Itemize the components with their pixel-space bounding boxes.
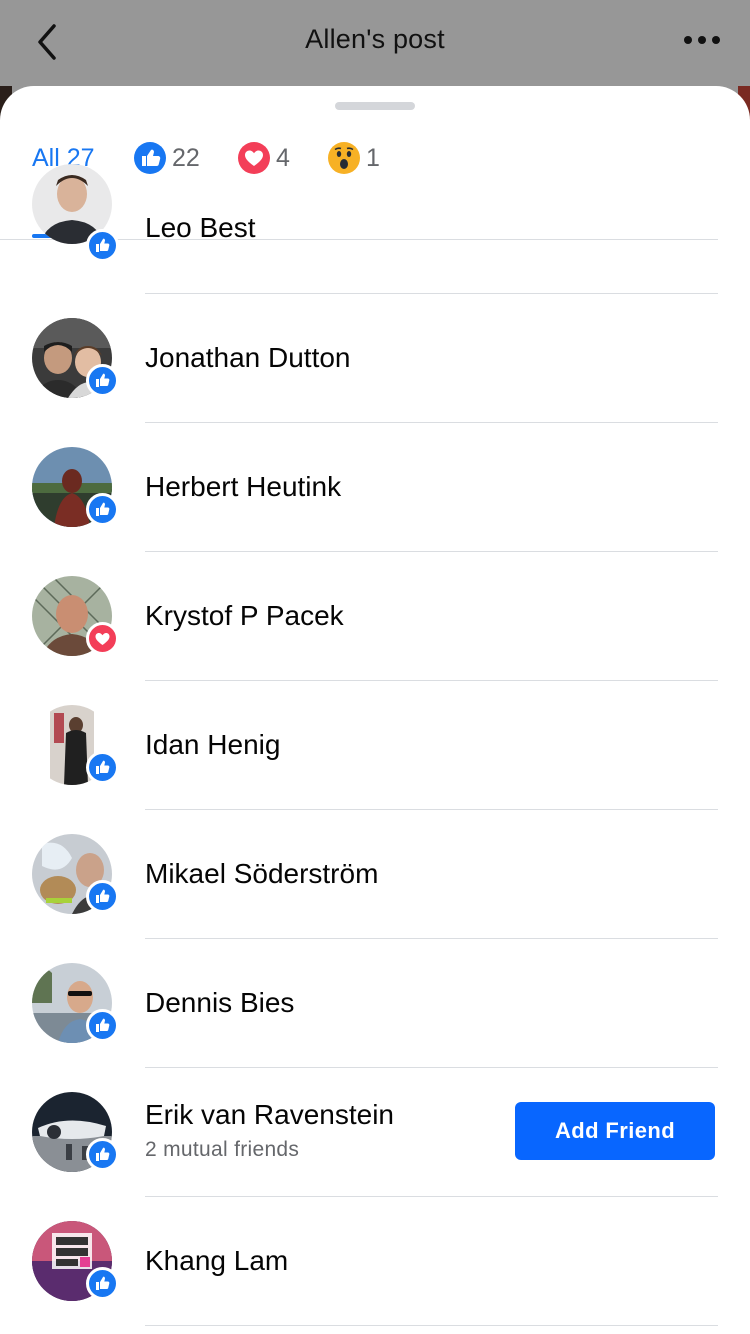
person-name: Krystof P Pacek (145, 600, 344, 631)
person-name: Herbert Heutink (145, 471, 342, 502)
navigation-bar: Allen's post (0, 0, 750, 90)
person-name: Mikael Söderström (145, 858, 379, 889)
tab-love[interactable]: 4 (238, 140, 290, 176)
like-icon (134, 142, 166, 174)
like-reaction-badge (86, 880, 119, 913)
mutual-friends-count: 2 mutual friends (145, 1138, 300, 1161)
row-divider (145, 1325, 718, 1326)
thumbs-up-icon (96, 502, 110, 516)
heart-icon (95, 633, 110, 645)
sheet-grabber-handle[interactable] (335, 102, 415, 110)
thumbs-up-icon (96, 1147, 110, 1161)
list-item[interactable]: Jonathan Dutton (0, 293, 750, 423)
like-reaction-badge (86, 229, 119, 262)
person-name: Erik van Ravenstein (145, 1099, 395, 1130)
person-name: Idan Henig (145, 729, 281, 760)
like-reaction-badge (86, 1267, 119, 1300)
love-icon (238, 142, 270, 174)
like-reaction-badge (86, 364, 119, 397)
list-item[interactable]: Khang Lam (0, 1196, 750, 1326)
reaction-tabs: All 27 22 4 1 (0, 126, 750, 240)
thumbs-up-icon (96, 1018, 110, 1032)
like-reaction-badge (86, 493, 119, 526)
person-name: Dennis Bies (145, 987, 295, 1018)
thumbs-up-icon (96, 889, 110, 903)
person-name: Khang Lam (145, 1245, 289, 1276)
thumbs-up-icon (96, 1276, 110, 1290)
tab-love-count: 4 (276, 143, 290, 172)
tab-like[interactable]: 22 (134, 140, 200, 176)
reactions-sheet: All 27 22 4 1 Leo Best Jonathan Dutton H… (0, 86, 750, 1334)
list-item[interactable]: Erik van Ravenstein 2 mutual friends Add… (0, 1067, 750, 1197)
like-reaction-badge (86, 1009, 119, 1042)
list-item[interactable]: Dennis Bies (0, 938, 750, 1068)
person-name: Leo Best (145, 212, 256, 243)
like-reaction-badge (86, 1138, 119, 1171)
tab-wow[interactable]: 1 (328, 140, 380, 176)
page-title: Allen's post (305, 24, 445, 54)
love-reaction-badge (86, 622, 119, 655)
wow-icon (328, 142, 360, 174)
list-item[interactable]: Mikael Söderström (0, 809, 750, 939)
list-item[interactable]: Idan Henig (0, 680, 750, 810)
person-name: Jonathan Dutton (145, 342, 351, 373)
thumbs-up-icon (96, 760, 110, 774)
thumbs-up-icon (96, 238, 110, 252)
thumbs-up-icon (96, 373, 110, 387)
like-reaction-badge (86, 751, 119, 784)
list-item[interactable]: Herbert Heutink (0, 422, 750, 552)
more-options-icon[interactable] (680, 30, 724, 50)
tab-wow-count: 1 (366, 143, 380, 172)
list-item[interactable]: Krystof P Pacek (0, 551, 750, 681)
add-friend-button[interactable]: Add Friend (515, 1102, 715, 1160)
tab-like-count: 22 (172, 143, 200, 172)
